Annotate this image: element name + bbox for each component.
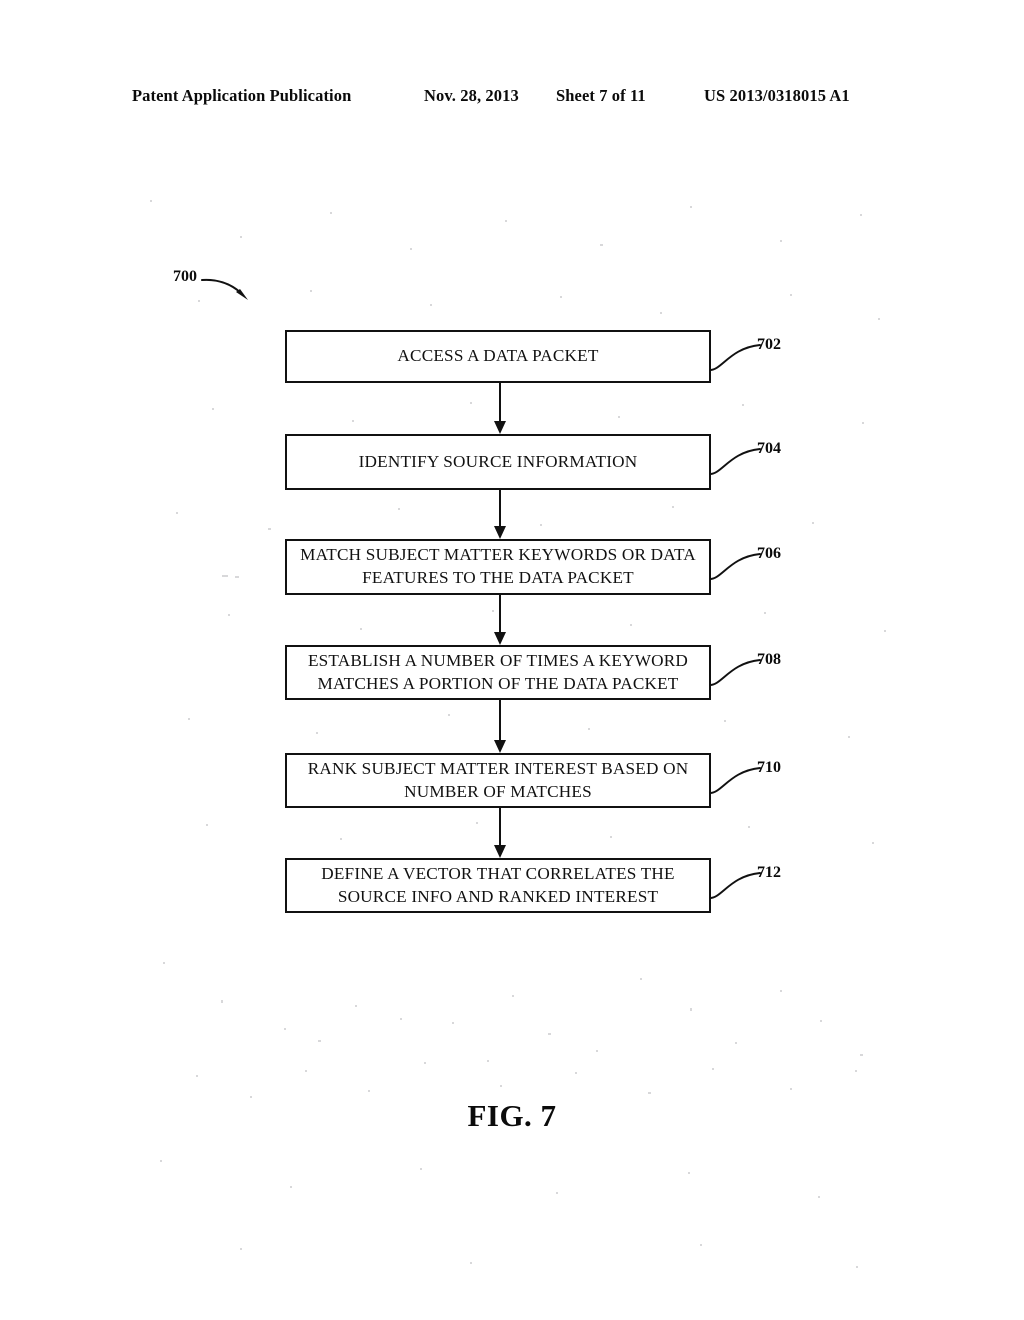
flow-step-text-712: DEFINE A VECTOR THAT CORRELATES THE SOUR… (321, 863, 675, 906)
header-publication-label: Patent Application Publication (132, 86, 352, 105)
reference-numeral-710: 710 (757, 759, 781, 776)
flow-step-box-708[interactable]: ESTABLISH A NUMBER OF TIMES A KEYWORD MA… (285, 645, 711, 700)
flow-step-text-706: MATCH SUBJECT MATTER KEYWORDS OR DATA FE… (300, 545, 696, 587)
header-sheet-number: Sheet 7 of 11 (556, 86, 646, 105)
diagram-reference-numeral-700: 700 (173, 268, 197, 285)
lead-line-710 (709, 767, 761, 794)
reference-numeral-706: 706 (757, 545, 781, 562)
reference-numeral-704: 704 (757, 440, 781, 457)
patent-figure-page: Patent Application Publication Nov. 28, … (0, 0, 1024, 1320)
connector-shaft (499, 808, 502, 845)
lead-line-708 (709, 659, 761, 686)
flow-connector-706-708 (494, 595, 506, 645)
header-publication-date: Nov. 28, 2013 (424, 86, 519, 105)
arrowhead-icon (494, 845, 506, 858)
arrowhead-icon (494, 740, 506, 753)
arrowhead-icon (494, 632, 506, 645)
arrowhead-icon (494, 526, 506, 539)
reference-numeral-712: 712 (757, 864, 781, 881)
flow-connector-708-710 (494, 700, 506, 753)
flow-step-text-708: ESTABLISH A NUMBER OF TIMES A KEYWORD MA… (307, 650, 689, 693)
flow-connector-704-706 (494, 490, 506, 539)
flow-connector-710-712 (494, 808, 506, 858)
flow-step-box-704[interactable]: IDENTIFY SOURCE INFORMATION (285, 434, 711, 490)
flow-step-box-702[interactable]: ACCESS A DATA PACKET (285, 330, 711, 383)
connector-shaft (499, 595, 502, 632)
flow-step-box-710[interactable]: RANK SUBJECT MATTER INTEREST BASED ON NU… (285, 753, 711, 808)
figure-caption: FIG. 7 (467, 1098, 557, 1133)
page-header: Patent Application Publication Nov. 28, … (0, 86, 1024, 112)
lead-line-702 (709, 344, 761, 371)
connector-shaft (499, 490, 502, 526)
lead-line-706 (709, 553, 761, 580)
diagram-reference-arrow-icon (201, 278, 248, 300)
flow-step-text-710: RANK SUBJECT MATTER INTEREST BASED ON NU… (307, 758, 689, 801)
flow-step-text-704: IDENTIFY SOURCE INFORMATION (358, 451, 638, 471)
flow-step-box-706[interactable]: MATCH SUBJECT MATTER KEYWORDS OR DATA FE… (285, 539, 711, 595)
flow-step-box-712[interactable]: DEFINE A VECTOR THAT CORRELATES THE SOUR… (285, 858, 711, 913)
reference-numeral-702: 702 (757, 336, 781, 353)
connector-shaft (499, 383, 502, 421)
connector-shaft (499, 700, 502, 740)
flow-step-text-702: ACCESS A DATA PACKET (397, 346, 599, 366)
header-publication-number: US 2013/0318015 A1 (704, 86, 850, 105)
reference-numeral-708: 708 (757, 651, 781, 668)
arrowhead-icon (494, 421, 506, 434)
flow-connector-702-704 (494, 383, 506, 434)
lead-line-704 (709, 448, 761, 475)
lead-line-712 (709, 872, 761, 899)
